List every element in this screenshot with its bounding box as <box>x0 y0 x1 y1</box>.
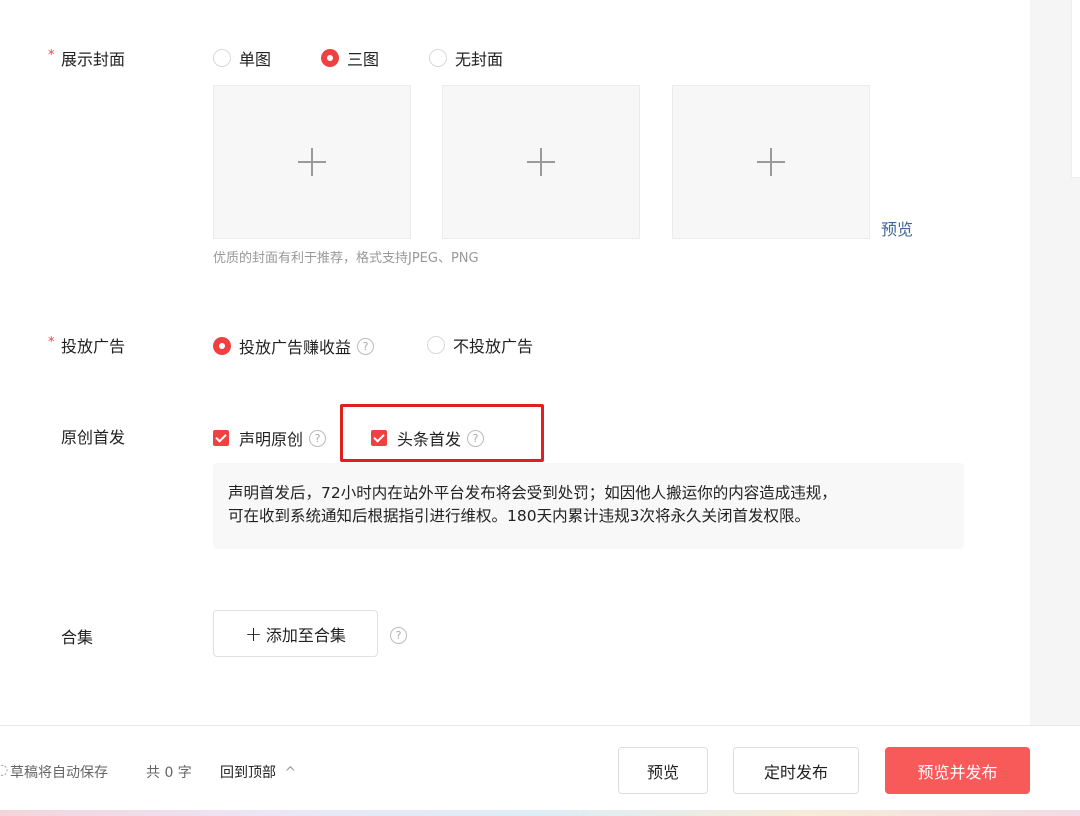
cover-label: 展示封面 <box>61 50 126 69</box>
add-to-collection-button[interactable]: + 添加至合集 <box>213 610 378 657</box>
radio-label: 单图 <box>239 50 272 69</box>
notice-line: 声明首发后，72小时内在站外平台发布将会受到处罚；如因他人搬运你的内容造成违规， <box>228 484 837 502</box>
back-to-top-link[interactable]: 回到顶部 ^ <box>220 762 296 782</box>
cover-upload-slot-3[interactable] <box>672 85 870 239</box>
help-icon[interactable]: ? <box>390 627 407 644</box>
declare-original-checkbox[interactable]: 声明原创 ? <box>213 426 327 450</box>
publish-settings-page: * 展示封面 单图 三图 无封面 预览 优质的封面有利于推荐，格式支持JPEG、… <box>0 0 1080 816</box>
original-label: 原创首发 <box>61 428 126 447</box>
ads-off-radio[interactable]: 不投放广告 <box>427 333 533 357</box>
back-to-top-label: 回到顶部 <box>220 765 276 781</box>
first-publish-notice: 声明首发后，72小时内在站外平台发布将会受到处罚；如因他人搬运你的内容造成违规，… <box>213 463 964 549</box>
word-count: 共 0 字 <box>146 765 192 781</box>
cover-single-radio[interactable]: 单图 <box>213 46 271 70</box>
radio-label: 不投放广告 <box>453 337 534 356</box>
preview-and-publish-button[interactable]: 预览并发布 <box>885 747 1030 794</box>
save-status-icon: ◌ <box>0 762 9 778</box>
highlight-box <box>340 404 544 462</box>
footer-bar: ◌ 草稿将自动保存 共 0 字 回到顶部 ^ 预览 定时发布 预览并发布 <box>0 725 1080 810</box>
help-icon[interactable]: ? <box>309 429 327 447</box>
bottom-decor-strip <box>0 810 1080 816</box>
required-mark: * <box>48 48 55 63</box>
autosave-text: 草稿将自动保存 <box>10 765 108 781</box>
preview-button[interactable]: 预览 <box>618 747 708 794</box>
radio-icon <box>213 49 231 67</box>
schedule-publish-button[interactable]: 定时发布 <box>733 747 859 794</box>
cover-preview-link[interactable]: 预览 <box>881 216 913 240</box>
add-to-collection-label: 添加至合集 <box>265 625 346 645</box>
radio-checked-icon <box>321 49 339 67</box>
checkbox-checked-icon <box>213 430 229 446</box>
right-panel-card <box>1071 0 1080 178</box>
checkbox-label: 声明原创 <box>239 430 304 449</box>
plus-icon <box>298 148 326 176</box>
ads-on-radio[interactable]: 投放广告赚收益 ? <box>213 334 375 358</box>
radio-label: 三图 <box>347 50 380 69</box>
radio-icon <box>429 49 447 67</box>
plus-icon <box>527 148 555 176</box>
cover-hint: 优质的封面有利于推荐，格式支持JPEG、PNG <box>213 251 479 266</box>
plus-icon <box>757 148 785 176</box>
radio-label: 无封面 <box>455 50 504 69</box>
plus-icon: + <box>245 621 262 646</box>
help-icon[interactable]: ? <box>357 337 375 355</box>
ads-label: 投放广告 <box>61 337 126 356</box>
radio-label: 投放广告赚收益 <box>239 338 352 357</box>
notice-line: 可在收到系统通知后根据指引进行维权。180天内累计违规3次将永久关闭首发权限。 <box>228 507 810 525</box>
cover-none-radio[interactable]: 无封面 <box>429 46 503 70</box>
required-mark: * <box>48 335 55 350</box>
radio-icon <box>427 336 445 354</box>
cover-upload-slot-2[interactable] <box>442 85 640 239</box>
collection-label: 合集 <box>61 628 94 647</box>
cover-triple-radio[interactable]: 三图 <box>321 46 379 70</box>
radio-checked-icon <box>213 337 231 355</box>
chevron-up-icon: ^ <box>284 765 297 781</box>
cover-upload-slot-1[interactable] <box>213 85 411 239</box>
